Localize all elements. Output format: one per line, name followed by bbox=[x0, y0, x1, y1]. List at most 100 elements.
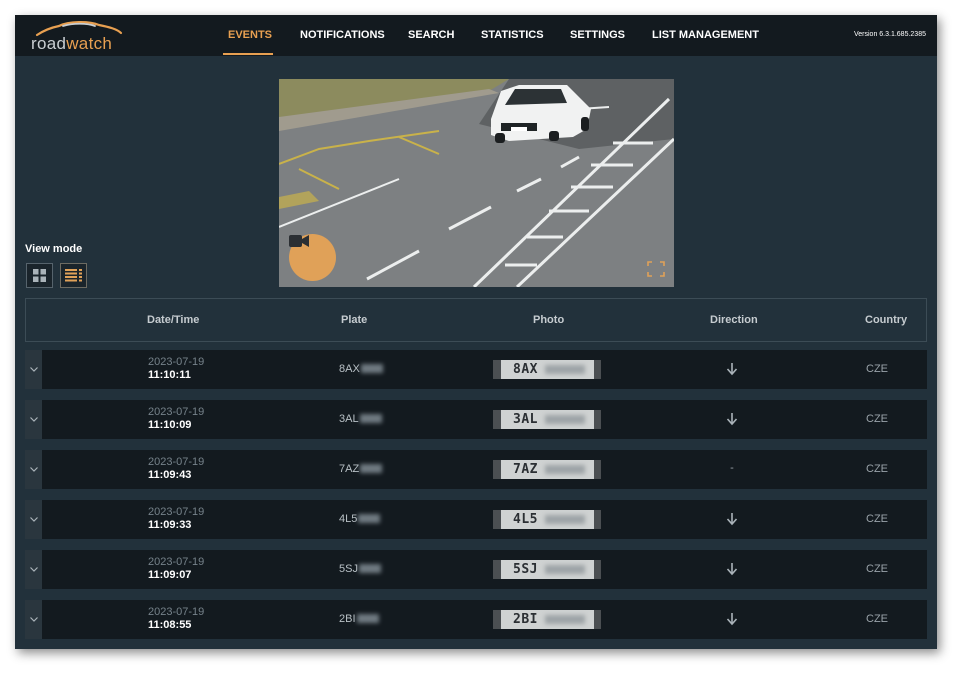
plate-photo[interactable]: 3AL bbox=[493, 410, 601, 429]
chevron-down-icon bbox=[29, 417, 38, 422]
cell-datetime: 2023-07-19 11:08:55 bbox=[148, 606, 204, 632]
cell-direction bbox=[725, 362, 739, 376]
list-view-button[interactable] bbox=[60, 263, 87, 288]
cell-plate: 8AX bbox=[339, 363, 383, 375]
row-expand-button[interactable] bbox=[25, 500, 42, 539]
plate-photo[interactable]: 7AZ bbox=[493, 460, 601, 479]
nav-notifications[interactable]: NOTIFICATIONS bbox=[300, 29, 385, 41]
row-expand-button[interactable] bbox=[25, 600, 42, 639]
fullscreen-button[interactable] bbox=[647, 261, 665, 277]
column-header-datetime[interactable]: Date/Time bbox=[147, 314, 199, 326]
plate-photo[interactable]: 8AX bbox=[493, 360, 601, 379]
cell-country: CZE bbox=[866, 513, 888, 525]
column-header-photo[interactable]: Photo bbox=[533, 314, 564, 326]
photo-redaction bbox=[545, 565, 585, 574]
plate-redaction bbox=[360, 364, 383, 373]
table-row[interactable]: 2023-07-19 11:09:07 5SJ 5SJ CZE bbox=[25, 550, 927, 589]
nav-list-management[interactable]: LIST MANAGEMENT bbox=[652, 29, 759, 41]
plate-photo[interactable]: 4L5 bbox=[493, 510, 601, 529]
plate-text: 3AL bbox=[339, 413, 359, 425]
photo-redaction bbox=[545, 415, 585, 424]
table-row[interactable]: 2023-07-19 11:08:55 2BI 2BI CZE bbox=[25, 600, 927, 639]
table-row[interactable]: 2023-07-19 11:10:11 8AX 8AX CZE bbox=[25, 350, 927, 389]
cell-direction bbox=[725, 612, 739, 626]
logo-text-accent: watch bbox=[66, 34, 113, 53]
photo-edge-left bbox=[493, 560, 501, 579]
events-table-header: Date/Time Plate Photo Direction Country bbox=[25, 298, 927, 342]
direction-none: - bbox=[730, 462, 734, 474]
cell-direction bbox=[725, 412, 739, 426]
event-date: 2023-07-19 bbox=[148, 406, 205, 418]
plate-text: 5SJ bbox=[339, 563, 358, 575]
cell-country: CZE bbox=[866, 363, 888, 375]
event-date: 2023-07-19 bbox=[148, 456, 205, 468]
table-row[interactable]: 2023-07-19 11:09:33 4L5 4L5 CZE bbox=[25, 500, 927, 539]
photo-edge-right bbox=[594, 410, 601, 429]
row-expand-button[interactable] bbox=[25, 400, 42, 439]
plate-text: 8AX bbox=[339, 363, 360, 375]
event-time: 11:09:07 bbox=[148, 569, 192, 581]
cell-direction: - bbox=[725, 462, 739, 476]
photo-edge-right bbox=[594, 360, 601, 379]
video-playback-button[interactable] bbox=[289, 234, 336, 281]
cell-plate: 4L5 bbox=[339, 513, 381, 525]
photo-edge-left bbox=[493, 460, 501, 479]
row-expand-button[interactable] bbox=[25, 550, 42, 589]
column-header-country[interactable]: Country bbox=[865, 314, 907, 326]
photo-plate-text: 8AX bbox=[513, 362, 538, 377]
direction-arrow-down-icon bbox=[726, 413, 738, 426]
cell-plate: 3AL bbox=[339, 413, 382, 425]
event-time: 11:08:55 bbox=[148, 619, 192, 631]
plate-photo[interactable]: 2BI bbox=[493, 610, 601, 629]
photo-edge-left bbox=[493, 610, 501, 629]
nav-statistics[interactable]: STATISTICS bbox=[481, 29, 544, 41]
cell-country: CZE bbox=[866, 563, 888, 575]
roadwatch-logo[interactable]: roadwatch bbox=[31, 19, 131, 53]
cell-plate: 5SJ bbox=[339, 563, 381, 575]
direction-arrow-down-icon bbox=[726, 563, 738, 576]
column-header-direction[interactable]: Direction bbox=[710, 314, 758, 326]
photo-edge-right bbox=[594, 460, 601, 479]
photo-redaction bbox=[545, 615, 585, 624]
nav-events[interactable]: EVENTS bbox=[228, 29, 272, 41]
table-row[interactable]: 2023-07-19 11:09:43 7AZ 7AZ - CZE bbox=[25, 450, 927, 489]
chevron-down-icon bbox=[29, 517, 38, 522]
event-date: 2023-07-19 bbox=[148, 506, 205, 518]
column-header-plate[interactable]: Plate bbox=[341, 314, 367, 326]
plate-redaction bbox=[360, 464, 383, 473]
cell-datetime: 2023-07-19 11:10:11 bbox=[148, 356, 204, 382]
event-date: 2023-07-19 bbox=[148, 556, 205, 568]
cell-datetime: 2023-07-19 11:10:09 bbox=[148, 406, 204, 432]
photo-edge-right bbox=[594, 610, 601, 629]
plate-redaction bbox=[359, 414, 382, 423]
table-row[interactable]: 2023-07-19 11:10:09 3AL 3AL CZE bbox=[25, 400, 927, 439]
plate-text: 7AZ bbox=[339, 463, 360, 475]
view-mode-label: View mode bbox=[25, 243, 83, 255]
grid-view-icon bbox=[33, 269, 46, 282]
photo-edge-left bbox=[493, 510, 501, 529]
cell-direction bbox=[725, 512, 739, 526]
grid-view-button[interactable] bbox=[26, 263, 53, 288]
app-window: roadwatch EVENTS NOTIFICATIONS SEARCH ST… bbox=[15, 15, 937, 649]
nav-settings[interactable]: SETTINGS bbox=[570, 29, 625, 41]
chevron-down-icon bbox=[29, 617, 38, 622]
event-time: 11:09:43 bbox=[148, 469, 192, 481]
row-expand-button[interactable] bbox=[25, 450, 42, 489]
event-date: 2023-07-19 bbox=[148, 356, 205, 368]
cell-direction bbox=[725, 562, 739, 576]
camera-preview bbox=[279, 79, 674, 287]
plate-photo[interactable]: 5SJ bbox=[493, 560, 601, 579]
top-bar: roadwatch EVENTS NOTIFICATIONS SEARCH ST… bbox=[15, 15, 937, 56]
direction-arrow-down-icon bbox=[726, 613, 738, 626]
photo-edge-right bbox=[594, 510, 601, 529]
photo-edge-left bbox=[493, 360, 501, 379]
plate-text: 2BI bbox=[339, 613, 356, 625]
chevron-down-icon bbox=[29, 467, 38, 472]
direction-arrow-down-icon bbox=[726, 513, 738, 526]
photo-redaction bbox=[545, 365, 585, 374]
cell-country: CZE bbox=[866, 463, 888, 475]
nav-search[interactable]: SEARCH bbox=[408, 29, 454, 41]
logo-text-main: road bbox=[31, 34, 67, 53]
event-time: 11:09:33 bbox=[148, 519, 192, 531]
row-expand-button[interactable] bbox=[25, 350, 42, 389]
